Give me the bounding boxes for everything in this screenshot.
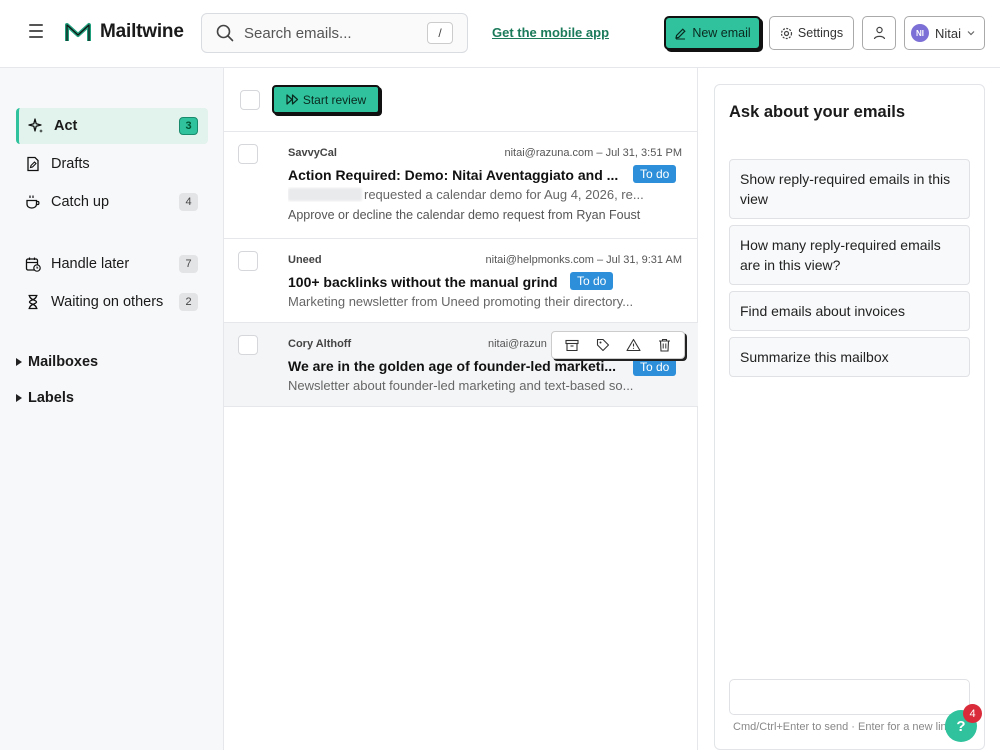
settings-label: Settings [797, 26, 844, 40]
status-badge[interactable]: To do [633, 165, 677, 183]
tag-icon[interactable] [593, 335, 613, 355]
avatar: NI [911, 24, 929, 42]
sidebar-item-label: Catch up [51, 194, 110, 210]
coffee-icon [24, 193, 42, 211]
email-checkbox[interactable] [238, 251, 258, 271]
email-row[interactable]: Cory Althoff nitai@razun We are in the g… [224, 323, 698, 407]
assistant-hint: Cmd/Ctrl+Enter to send · Enter for a new… [733, 721, 953, 733]
search-input[interactable] [244, 24, 414, 42]
email-recipient: nitai@razuna.com [504, 147, 594, 159]
menu-icon[interactable] [26, 24, 46, 42]
email-list: Start review SavvyCal nitai@razuna.com –… [224, 68, 698, 750]
catch-up-count-badge: 4 [179, 193, 198, 211]
sidebar-item-act[interactable]: Act 3 [16, 108, 208, 144]
labels-label: Labels [28, 390, 74, 406]
email-snippet: requested a calendar demo for Aug 4, 202… [288, 187, 682, 202]
user-icon [873, 26, 885, 40]
email-snippet: Marketing newsletter from Uneed promotin… [288, 294, 634, 309]
gear-icon [780, 27, 793, 39]
search-box[interactable]: / [201, 13, 468, 53]
assistant-input[interactable] [729, 679, 970, 715]
email-subject: We are in the golden age of founder-led … [288, 358, 617, 374]
mailboxes-label: Mailboxes [28, 354, 99, 370]
email-checkbox[interactable] [238, 144, 258, 164]
waiting-count-badge: 2 [179, 293, 198, 311]
handle-later-count-badge: 7 [179, 255, 198, 273]
sidebar-item-waiting-on-others[interactable]: Waiting on others 2 [16, 284, 208, 320]
mailtwine-logo-icon [65, 23, 91, 41]
app-logo[interactable]: Mailtwine [64, 20, 184, 44]
email-sender: Uneed [288, 254, 322, 266]
warning-icon[interactable] [624, 335, 644, 355]
sidebar-item-label: Waiting on others [51, 294, 164, 310]
list-toolbar: Start review [224, 68, 698, 132]
email-date: Jul 31, 3:51 PM [605, 147, 682, 159]
account-name: Nitai [935, 25, 962, 41]
pencil-icon [675, 27, 686, 39]
redacted-name [288, 188, 362, 201]
trash-icon[interactable] [655, 335, 675, 355]
caret-right-icon [16, 358, 22, 366]
search-icon [216, 24, 234, 42]
fast-forward-icon [286, 94, 298, 105]
sidebar-item-label: Act [54, 118, 78, 134]
status-badge[interactable]: To do [633, 358, 677, 376]
email-date: Jul 31, 9:31 AM [606, 254, 682, 266]
app-name: Mailtwine [100, 21, 184, 42]
draft-icon [24, 155, 42, 173]
start-review-label: Start review [302, 92, 367, 107]
sidebar: Act 3 Drafts Catch up 4 Handle later 7 W… [0, 68, 224, 750]
email-sender: Cory Althoff [288, 338, 352, 350]
email-checkbox[interactable] [238, 335, 258, 355]
hourglass-icon [24, 293, 42, 311]
email-row[interactable]: Uneed nitai@helpmonks.com – Jul 31, 9:31… [224, 239, 698, 323]
sidebar-item-label: Handle later [51, 256, 130, 272]
archive-icon[interactable] [562, 335, 582, 355]
new-email-label: New email [692, 26, 751, 40]
new-email-button[interactable]: New email [664, 16, 761, 50]
calendar-clock-icon [24, 255, 42, 273]
email-subject: 100+ backlinks without the manual grind [288, 274, 558, 290]
mobile-app-link[interactable]: Get the mobile app [492, 25, 609, 40]
suggestion-chip[interactable]: Summarize this mailbox [729, 337, 970, 377]
email-recipient: nitai@helpmonks.com [485, 254, 594, 266]
sidebar-item-label: Drafts [51, 156, 90, 172]
suggestion-chip[interactable]: Find emails about invoices [729, 291, 970, 331]
act-count-badge: 3 [179, 117, 198, 135]
contacts-button[interactable] [862, 16, 896, 50]
email-recipient: nitai@razun [488, 338, 547, 350]
search-shortcut-key: / [427, 22, 453, 44]
email-subject: Action Required: Demo: Nitai Aventaggiat… [288, 167, 619, 183]
status-badge[interactable]: To do [570, 272, 614, 290]
notification-count-badge: 4 [963, 704, 982, 723]
sidebar-item-handle-later[interactable]: Handle later 7 [16, 246, 208, 282]
mailboxes-toggle[interactable]: Mailboxes [16, 354, 98, 370]
select-all-checkbox[interactable] [240, 90, 260, 110]
email-snippet: Newsletter about founder-led marketing a… [288, 378, 634, 393]
suggestion-chip[interactable]: How many reply-required emails are in th… [729, 225, 970, 285]
email-meta: nitai@razuna.com – Jul 31, 3:51 PM [504, 147, 683, 159]
sparkle-icon [27, 117, 45, 135]
row-action-toolbar [551, 331, 685, 359]
sidebar-item-catch-up[interactable]: Catch up 4 [16, 184, 208, 220]
start-review-button[interactable]: Start review [272, 85, 380, 114]
caret-right-icon [16, 394, 22, 402]
account-menu-button[interactable]: NI Nitai [904, 16, 985, 50]
email-row[interactable]: SavvyCal nitai@razuna.com – Jul 31, 3:51… [224, 132, 698, 239]
chevron-down-icon [967, 31, 975, 36]
labels-toggle[interactable]: Labels [16, 390, 74, 406]
suggestion-chip[interactable]: Show reply-required emails in this view [729, 159, 970, 219]
top-header: Mailtwine / Get the mobile app New email… [0, 0, 1000, 68]
email-meta: nitai@helpmonks.com – Jul 31, 9:31 AM [485, 254, 682, 266]
settings-button[interactable]: Settings [769, 16, 854, 50]
assistant-panel: Ask about your emails Show reply-require… [714, 84, 985, 750]
sidebar-item-drafts[interactable]: Drafts [16, 146, 208, 182]
assistant-title: Ask about your emails [729, 103, 906, 121]
email-snippet-text: requested a calendar demo for Aug 4, 202… [364, 187, 644, 202]
email-sender: SavvyCal [288, 147, 337, 159]
email-summary: Approve or decline the calendar demo req… [288, 208, 641, 222]
